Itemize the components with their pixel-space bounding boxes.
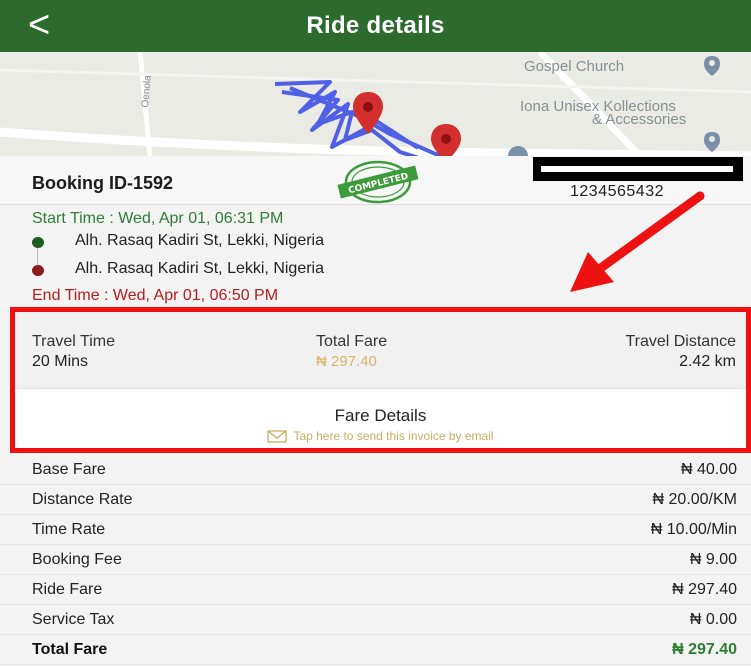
fare-amount: ₦ 0.00 bbox=[689, 611, 737, 628]
booking-id: Booking ID-1592 bbox=[32, 173, 174, 193]
fare-amount: ₦ 297.40 bbox=[672, 641, 737, 658]
poi-pin-icon bbox=[704, 56, 720, 76]
fare-label: Ride Fare bbox=[32, 581, 103, 598]
email-invoice-link[interactable]: Tap here to send this invoice by email bbox=[15, 429, 746, 443]
app-header: < Ride details bbox=[0, 0, 751, 52]
email-link-text[interactable]: Tap here to send this invoice by email bbox=[293, 429, 493, 443]
fare-row-base: Base Fare ₦ 40.00 bbox=[0, 455, 751, 485]
envelope-icon bbox=[267, 430, 288, 443]
location-icon bbox=[508, 146, 528, 156]
fare-row-total: Total Fare ₦ 297.40 bbox=[0, 635, 751, 665]
dropoff-address: Alh. Rasaq Kadiri St, Lekki, Nigeria bbox=[75, 260, 324, 277]
fare-label: Base Fare bbox=[32, 461, 106, 478]
map-label: Gospel Church bbox=[524, 58, 625, 75]
fare-row-distance: Distance Rate ₦ 20.00/KM bbox=[0, 485, 751, 515]
fare-label: Booking Fee bbox=[32, 551, 122, 568]
fare-amount: ₦ 9.00 bbox=[689, 551, 737, 568]
fare-row-time: Time Rate ₦ 10.00/Min bbox=[0, 515, 751, 545]
route-connector bbox=[37, 248, 38, 265]
travel-time-label: Travel Time bbox=[32, 333, 115, 350]
page-title: Ride details bbox=[306, 12, 445, 39]
pickup-marker-icon bbox=[353, 92, 383, 134]
end-time: End Time : Wed, Apr 01, 06:50 PM bbox=[32, 287, 279, 304]
redacted-field bbox=[533, 157, 743, 181]
travel-distance-label: Travel Distance bbox=[625, 333, 736, 350]
travel-distance-value: 2.42 km bbox=[679, 353, 736, 370]
fare-amount: ₦ 297.40 bbox=[672, 581, 737, 598]
total-fare-label: Total Fare bbox=[316, 333, 388, 350]
pickup-address: Alh. Rasaq Kadiri St, Lekki, Nigeria bbox=[75, 232, 324, 249]
fare-label: Service Tax bbox=[32, 611, 115, 628]
redaction-bar bbox=[541, 166, 733, 172]
start-time: Start Time : Wed, Apr 01, 06:31 PM bbox=[32, 210, 284, 227]
trip-stats: Travel Time 20 Mins Total Fare ₦ 297.40 … bbox=[15, 312, 746, 388]
fare-label: Time Rate bbox=[32, 521, 106, 538]
dropoff-dot-icon bbox=[32, 265, 44, 276]
fare-details-title: Fare Details bbox=[334, 406, 427, 425]
fare-label: Total Fare bbox=[32, 641, 108, 658]
fare-row-service-tax: Service Tax ₦ 0.00 bbox=[0, 605, 751, 635]
fare-row-ride-fare: Ride Fare ₦ 297.40 bbox=[0, 575, 751, 605]
back-arrow-icon[interactable]: < bbox=[28, 6, 50, 44]
map-label: & Accessories bbox=[592, 111, 687, 128]
annotation-arrow-icon bbox=[570, 191, 705, 292]
fare-amount: ₦ 40.00 bbox=[680, 461, 737, 478]
total-fare-value: ₦ 297.40 bbox=[316, 353, 377, 370]
fare-details-section: Fare Details Tap here to send this invoi… bbox=[15, 388, 746, 448]
route-map[interactable]: Gospel Church Iona Unisex Kollections & … bbox=[0, 52, 751, 156]
fare-amount: ₦ 10.00/Min bbox=[650, 521, 737, 538]
fare-row-booking-fee: Booking Fee ₦ 9.00 bbox=[0, 545, 751, 575]
completed-stamp-icon: COMPLETED bbox=[337, 160, 419, 204]
fare-amount: ₦ 20.00/KM bbox=[652, 491, 737, 508]
pickup-dot-icon bbox=[32, 237, 44, 248]
fare-label: Distance Rate bbox=[32, 491, 133, 508]
fare-breakdown: Base Fare ₦ 40.00 Distance Rate ₦ 20.00/… bbox=[0, 455, 751, 666]
travel-time-value: 20 Mins bbox=[32, 353, 89, 370]
poi-pin-icon bbox=[704, 132, 720, 152]
trip-summary-highlight: Travel Time 20 Mins Total Fare ₦ 297.40 … bbox=[10, 307, 751, 453]
dropoff-marker-icon bbox=[431, 124, 461, 156]
